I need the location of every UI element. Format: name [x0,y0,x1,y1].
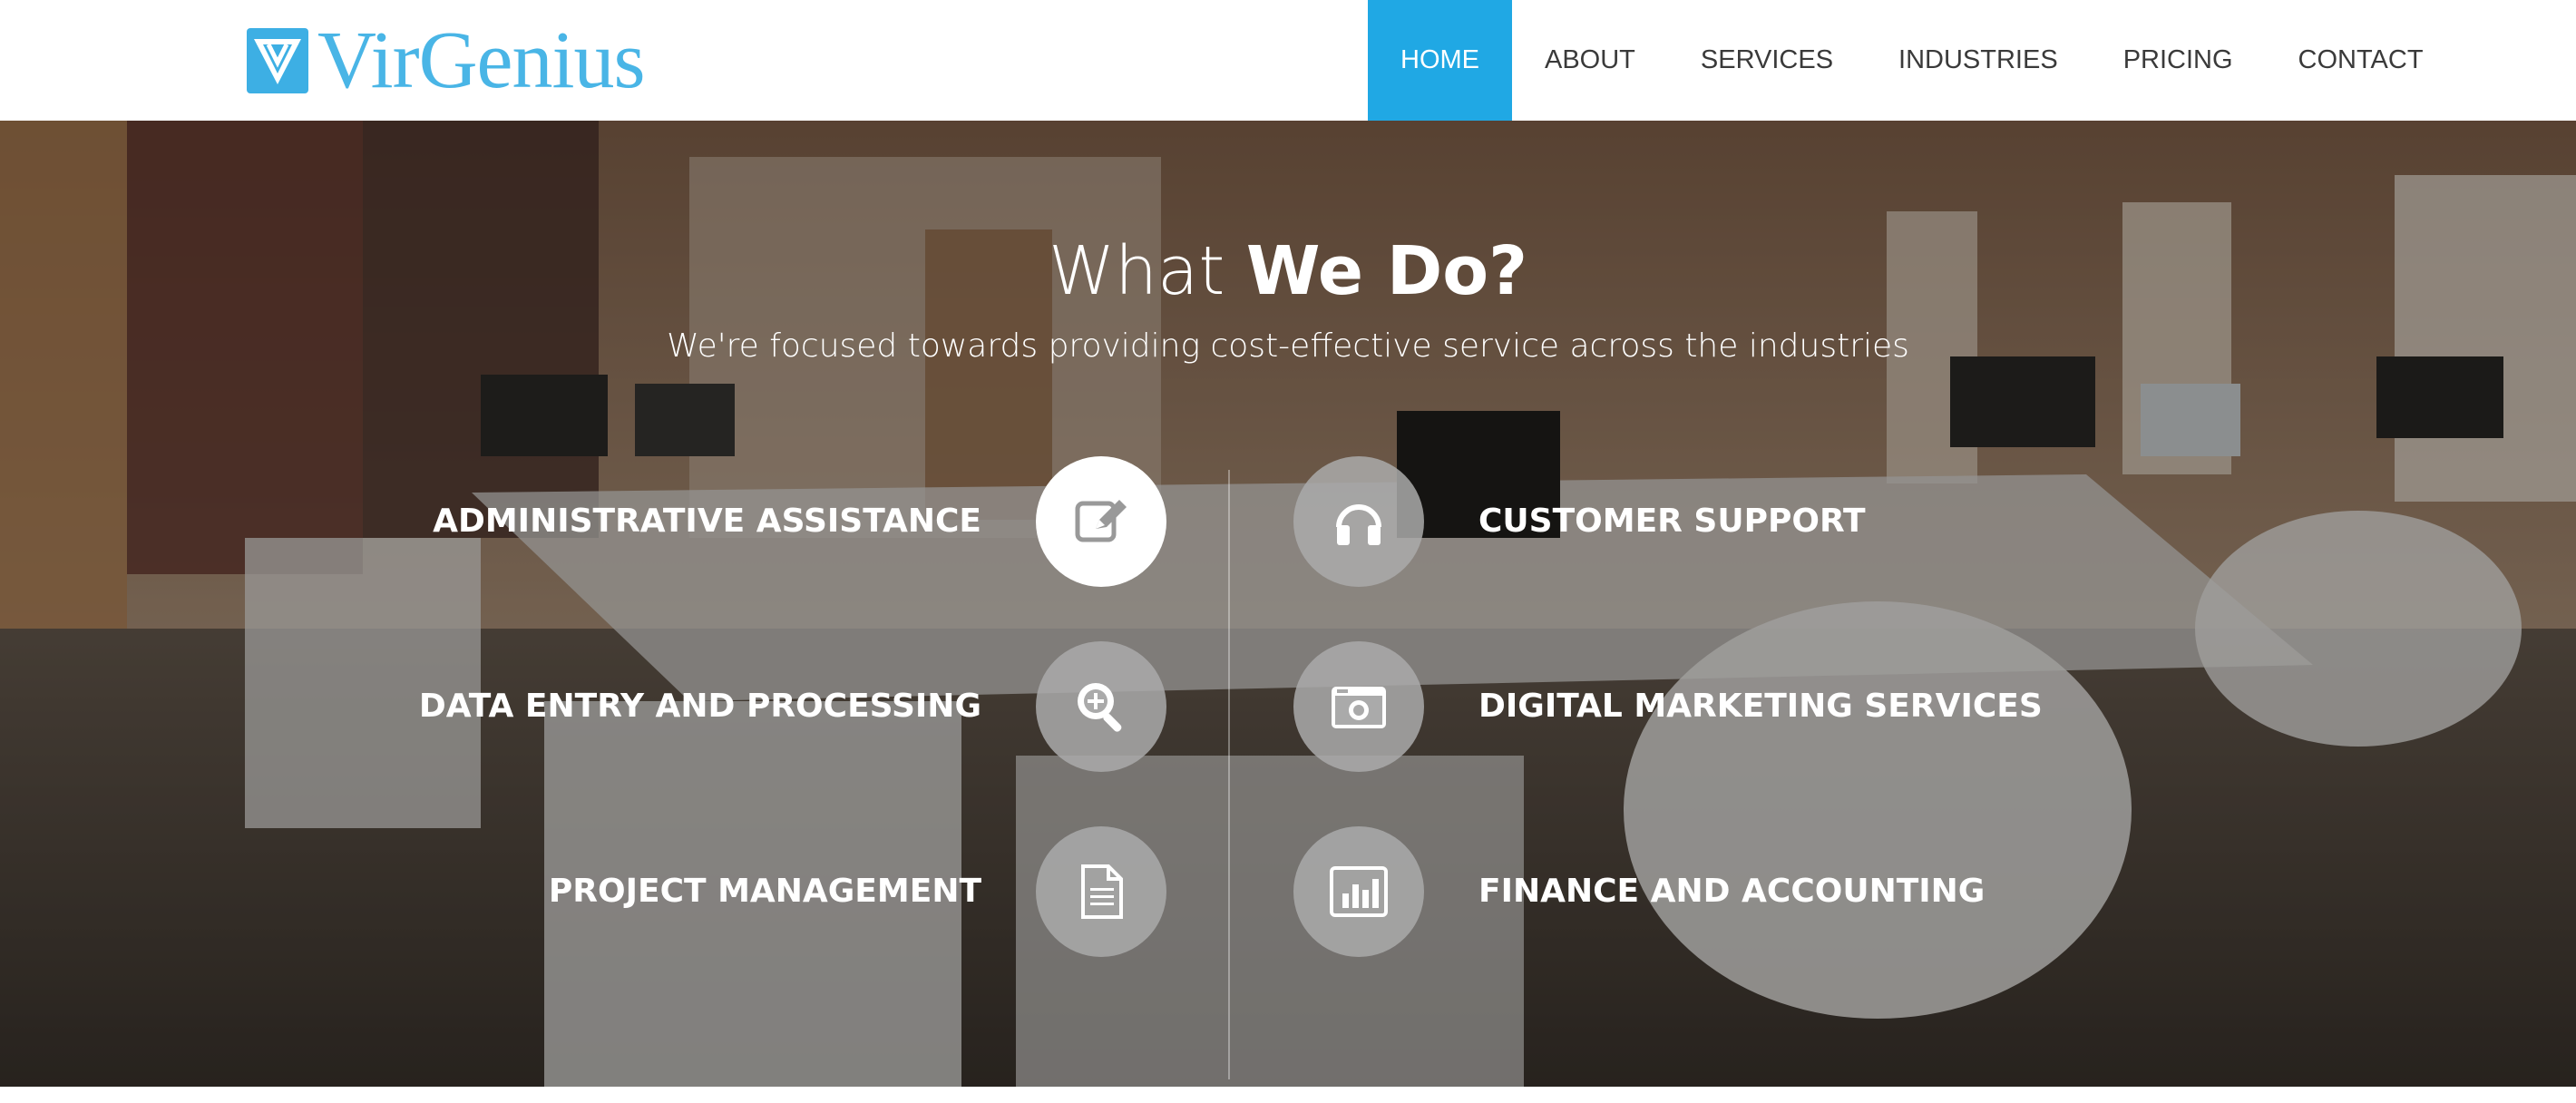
nav-pricing[interactable]: PRICING [2091,0,2266,121]
section-subtitle: We're focused towards providing cost-eff… [667,327,1909,365]
section-title: What We Do? [0,232,2576,310]
service-label-data-entry[interactable]: DATA ENTRY AND PROCESSING [419,687,981,727]
nav-services[interactable]: SERVICES [1668,0,1866,121]
document-icon[interactable] [1036,826,1166,957]
brand-logo[interactable]: VirGenius [247,20,646,102]
brand-name: VirGenius [317,15,646,105]
nav-industries[interactable]: INDUSTRIES [1866,0,2091,121]
title-light: What [1048,232,1246,310]
main-nav: HOME ABOUT SERVICES INDUSTRIES PRICING C… [1368,0,2456,121]
nav-about[interactable]: ABOUT [1512,0,1668,121]
search-plus-icon[interactable] [1036,641,1166,772]
title-bold: We Do? [1245,232,1528,310]
service-label-finance-accounting[interactable]: FINANCE AND ACCOUNTING [1478,872,1985,912]
service-label-digital-marketing[interactable]: DIGITAL MARKETING SERVICES [1478,687,2043,727]
nav-contact[interactable]: CONTACT [2266,0,2456,121]
service-label-administrative-assistance[interactable]: ADMINISTRATIVE ASSISTANCE [433,502,981,542]
headphones-icon[interactable] [1293,456,1424,587]
bar-chart-icon[interactable] [1293,826,1424,957]
service-label-customer-support[interactable]: CUSTOMER SUPPORT [1478,502,1866,542]
edit-icon[interactable] [1036,456,1166,587]
v-logo-icon [247,28,308,93]
center-divider [1228,470,1230,1079]
site-header: VirGenius HOME ABOUT SERVICES INDUSTRIES… [0,0,2576,121]
service-label-project-management[interactable]: PROJECT MANAGEMENT [549,872,981,912]
nav-home[interactable]: HOME [1368,0,1512,121]
camera-icon[interactable] [1293,641,1424,772]
what-we-do-section: What We Do? We're focused towards provid… [0,121,2576,1087]
bottom-strip [0,1087,2576,1103]
